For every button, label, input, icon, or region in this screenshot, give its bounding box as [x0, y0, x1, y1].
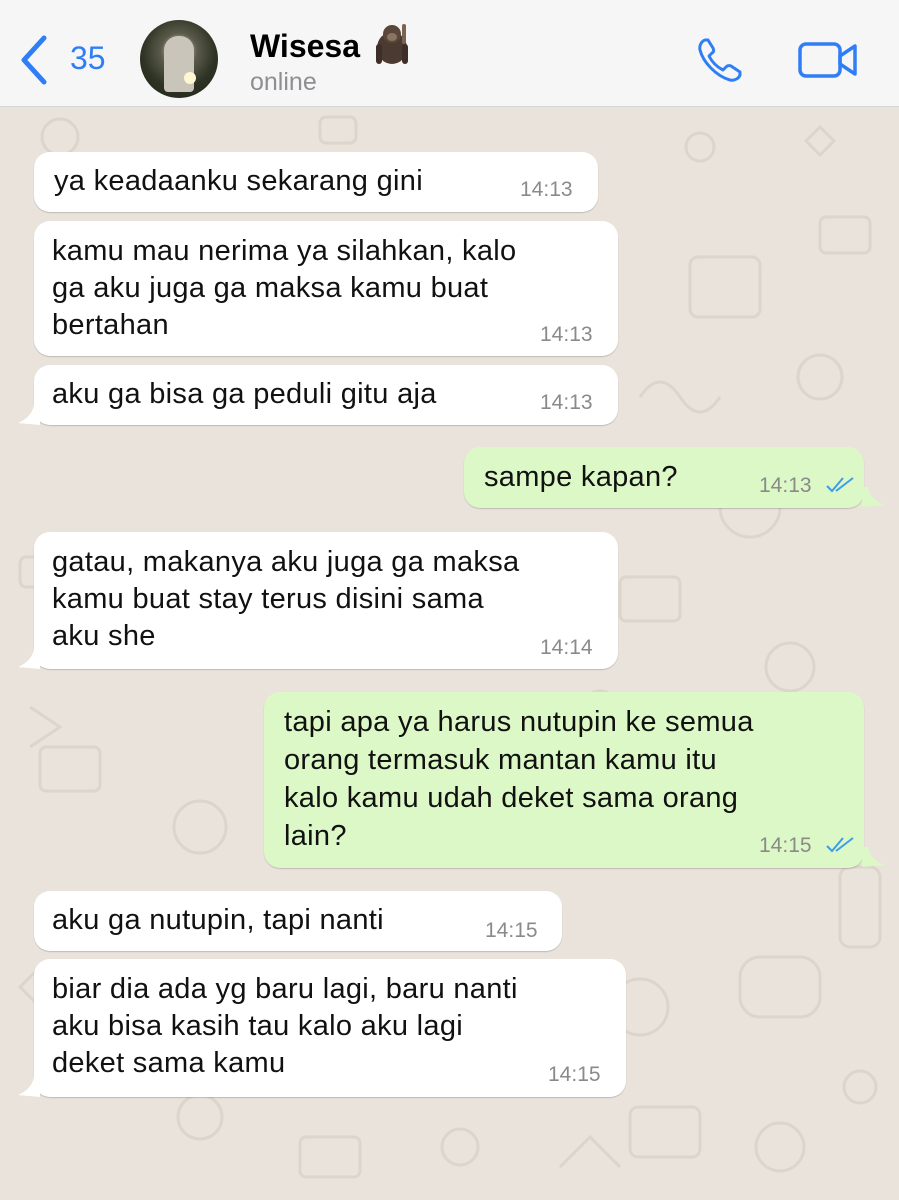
bubble-tail	[18, 649, 40, 669]
avatar[interactable]	[140, 20, 218, 98]
read-receipt-icon	[826, 477, 854, 493]
message-text-line: kamu buat stay terus disini sama	[52, 583, 484, 615]
message-text-line: tapi apa ya harus nutupin ke semua	[284, 706, 754, 738]
message-text-line: lain?	[284, 820, 347, 852]
message-text-line: aku bisa kasih tau kalo aku lagi	[52, 1010, 464, 1042]
message-time: 14:15	[548, 1063, 601, 1086]
message-bubble-incoming[interactable]: aku ga nutupin, tapi nanti 14:15	[34, 891, 562, 951]
message-time: 14:13	[540, 391, 593, 414]
message-bubble-incoming[interactable]: gatau, makanya aku juga ga maksa kamu bu…	[34, 532, 618, 669]
message-time: 14:15	[759, 834, 812, 857]
read-receipt-icon	[826, 837, 854, 853]
message-bubble-incoming[interactable]: ya keadaanku sekarang gini 14:13	[34, 152, 598, 212]
bubble-tail	[862, 847, 884, 867]
chat-header: 35 Wisesa online	[0, 0, 899, 107]
chat-thread[interactable]: ya keadaanku sekarang gini 14:13 kamu ma…	[0, 107, 899, 1200]
message-time: 14:13	[520, 178, 573, 201]
message-bubble-outgoing[interactable]: tapi apa ya harus nutupin ke semua orang…	[264, 692, 864, 868]
chevron-left-icon[interactable]	[18, 34, 50, 86]
message-text: aku ga nutupin, tapi nanti	[52, 904, 384, 936]
message-text-line: deket sama kamu	[52, 1047, 286, 1079]
bubble-tail	[862, 487, 884, 507]
message-text: ya keadaanku sekarang gini	[54, 165, 423, 197]
message-bubble-incoming[interactable]: biar dia ada yg baru lagi, baru nanti ak…	[34, 959, 626, 1097]
message-text: sampe kapan?	[484, 461, 678, 493]
message-time: 14:13	[540, 323, 593, 346]
video-camera-icon[interactable]	[798, 40, 858, 80]
bubble-tail	[18, 405, 40, 425]
message-text-line: orang termasuk mantan kamu itu	[284, 744, 717, 776]
message-bubble-incoming[interactable]: kamu mau nerima ya silahkan, kalo ga aku…	[34, 221, 618, 356]
message-bubble-incoming[interactable]: aku ga bisa ga peduli gitu aja 14:13	[34, 365, 618, 425]
message-text-line: aku she	[52, 620, 156, 652]
contact-status: online	[250, 68, 317, 96]
message-time: 14:13	[759, 474, 812, 497]
message-text-line: kalo kamu udah deket sama orang	[284, 782, 739, 814]
gorilla-emoji-icon	[376, 24, 408, 64]
message-text-line: kamu mau nerima ya silahkan, kalo	[52, 235, 517, 267]
message-text-line: gatau, makanya aku juga ga maksa	[52, 546, 520, 578]
message-text: aku ga bisa ga peduli gitu aja	[52, 378, 437, 410]
bubble-tail	[18, 1077, 40, 1097]
phone-icon[interactable]	[696, 36, 744, 84]
message-time: 14:14	[540, 636, 593, 659]
message-bubble-outgoing[interactable]: sampe kapan? 14:13	[464, 447, 864, 508]
contact-name[interactable]: Wisesa	[250, 28, 360, 65]
message-text-line: ga aku juga ga maksa kamu buat	[52, 272, 489, 304]
message-text-line: bertahan	[52, 309, 169, 341]
back-unread-count[interactable]: 35	[70, 40, 106, 77]
message-time: 14:15	[485, 919, 538, 942]
message-text-line: biar dia ada yg baru lagi, baru nanti	[52, 973, 518, 1005]
